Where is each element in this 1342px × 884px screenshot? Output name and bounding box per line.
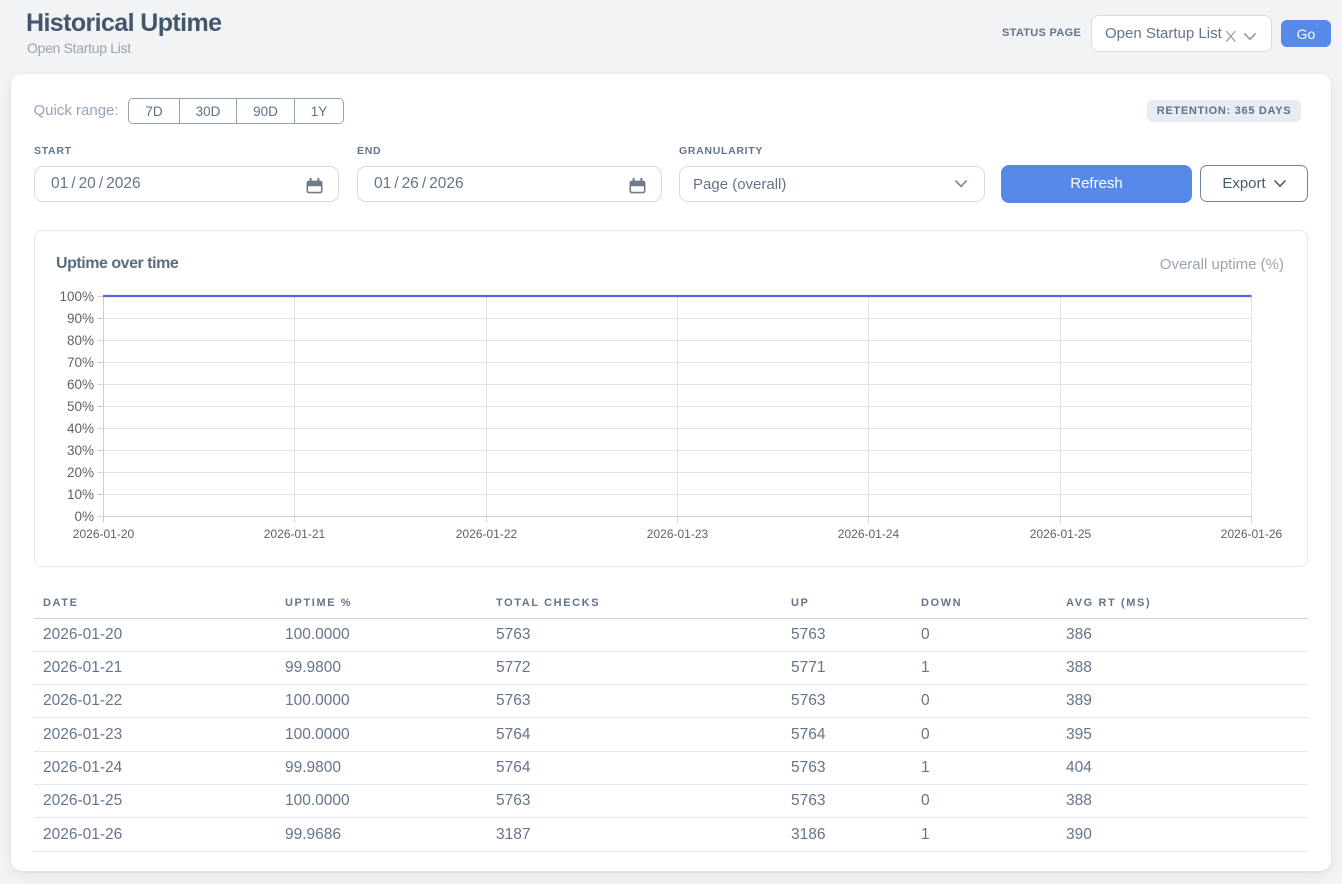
svg-text:10%: 10% — [67, 487, 94, 502]
svg-text:0%: 0% — [74, 509, 94, 524]
svg-text:50%: 50% — [67, 399, 94, 414]
svg-text:40%: 40% — [67, 421, 94, 436]
svg-text:2026-01-25: 2026-01-25 — [1030, 527, 1092, 541]
svg-text:70%: 70% — [67, 355, 94, 370]
svg-text:80%: 80% — [67, 333, 94, 348]
svg-text:100%: 100% — [59, 289, 94, 304]
svg-text:2026-01-23: 2026-01-23 — [647, 527, 709, 541]
svg-text:90%: 90% — [67, 311, 94, 326]
svg-text:2026-01-21: 2026-01-21 — [264, 527, 326, 541]
svg-text:2026-01-26: 2026-01-26 — [1221, 527, 1283, 541]
svg-text:60%: 60% — [67, 377, 94, 392]
svg-text:2026-01-22: 2026-01-22 — [456, 527, 518, 541]
svg-text:30%: 30% — [67, 443, 94, 458]
svg-text:20%: 20% — [67, 465, 94, 480]
svg-text:2026-01-24: 2026-01-24 — [838, 527, 900, 541]
svg-text:2026-01-20: 2026-01-20 — [73, 527, 135, 541]
